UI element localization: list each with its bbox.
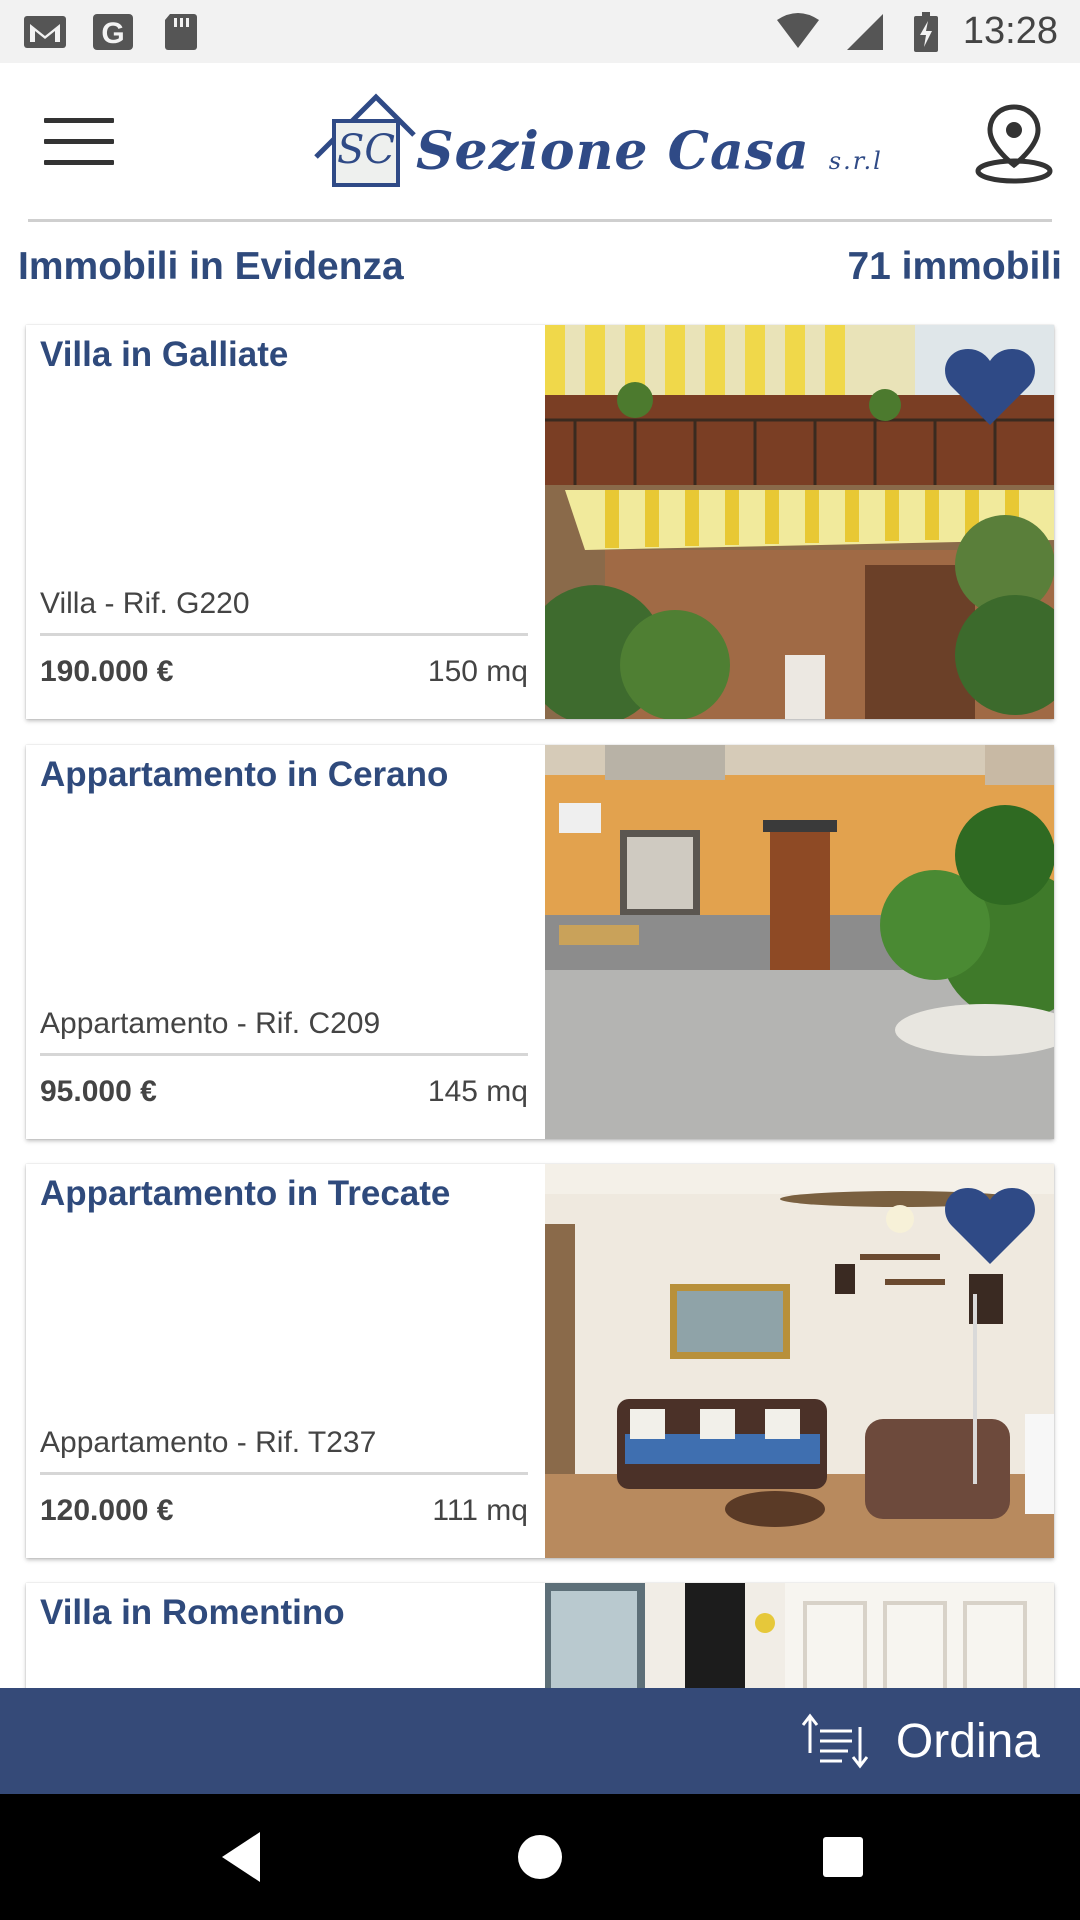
listing-price: 95.000 € [40, 1075, 157, 1108]
section-title: Immobili in Evidenza [18, 245, 404, 288]
google-icon: G [93, 13, 133, 50]
app-bar: SC Sezione Casa s.r.l [0, 63, 1080, 222]
logo-house-icon: SC [314, 93, 416, 187]
listing-title: Villa in Romentino [40, 1593, 345, 1632]
listing-area: 111 mq [432, 1494, 528, 1527]
svg-text:G: G [101, 17, 124, 50]
listing-info: Appartamento in Trecate Appartamento - R… [26, 1164, 545, 1558]
logo: SC Sezione Casa s.r.l [310, 85, 881, 195]
listing-type-ref: Villa - Rif. G220 [40, 587, 250, 620]
apartment-exterior-photo [545, 745, 1054, 1139]
map-pin-icon[interactable] [974, 103, 1054, 187]
sort-label: Ordina [895, 1714, 1040, 1768]
sort-bar: Ordina [0, 1688, 1080, 1794]
listing-type-ref: Appartamento - Rif. C209 [40, 1007, 381, 1040]
listing-title: Appartamento in Trecate [40, 1174, 451, 1213]
listing-title: Appartamento in Cerano [40, 755, 449, 794]
listing-photo[interactable] [545, 325, 1054, 719]
logo-monogram: SC [337, 127, 395, 173]
listing-price: 190.000 € [40, 655, 174, 688]
listing-card[interactable]: Appartamento in Cerano Appartamento - Ri… [26, 745, 1054, 1139]
status-right: 13:28 [775, 10, 1058, 53]
status-bar: G 13:28 [0, 0, 1080, 63]
listing-title: Villa in Galliate [40, 335, 289, 374]
logo-suffix: s.r.l [828, 147, 883, 175]
recents-icon[interactable] [810, 1824, 876, 1890]
listing-photo[interactable] [545, 745, 1054, 1139]
status-time: 13:28 [962, 10, 1058, 52]
listing-type-ref: Appartamento - Rif. T237 [40, 1426, 377, 1459]
logo-text: Sezione Casa s.r.l [416, 121, 883, 182]
status-left: G [22, 12, 204, 52]
battery-charging-icon [913, 11, 938, 52]
hamburger-menu-icon[interactable] [44, 118, 114, 166]
back-icon[interactable] [210, 1824, 276, 1890]
listing-info: Appartamento in Cerano Appartamento - Ri… [26, 745, 545, 1139]
logo-name: Sezione Casa [416, 121, 810, 182]
listing-card[interactable]: Villa in Galliate Villa - Rif. G220 190.… [26, 325, 1054, 719]
gmail-icon [24, 15, 66, 48]
favorite-heart-icon[interactable] [942, 1184, 1038, 1268]
listing-photo[interactable] [545, 1164, 1054, 1558]
signal-icon [846, 13, 883, 50]
listing-card[interactable]: Appartamento in Trecate Appartamento - R… [26, 1164, 1054, 1558]
listing-count: 71 immobili [847, 245, 1062, 288]
sort-button[interactable]: Ordina [801, 1688, 1040, 1794]
sort-icon [801, 1713, 868, 1769]
listing-area: 150 mq [427, 655, 528, 688]
listing-divider [40, 1053, 528, 1056]
sd-card-icon [165, 13, 197, 50]
favorite-heart-icon[interactable] [942, 345, 1038, 429]
system-nav-bar [0, 1794, 1080, 1920]
listing-area: 145 mq [427, 1075, 528, 1108]
listing-price: 120.000 € [40, 1494, 174, 1527]
app-bar-divider [28, 219, 1052, 222]
home-icon[interactable] [507, 1824, 573, 1890]
screen: G 13:28 SC Sezione Casa s.r.l Immobili i… [0, 0, 1080, 1920]
section-header: Immobili in Evidenza 71 immobili [18, 232, 1062, 302]
listing-divider [40, 633, 528, 636]
wifi-icon [776, 12, 819, 48]
listing-info: Villa in Galliate Villa - Rif. G220 190.… [26, 325, 545, 719]
listing-divider [40, 1472, 528, 1475]
